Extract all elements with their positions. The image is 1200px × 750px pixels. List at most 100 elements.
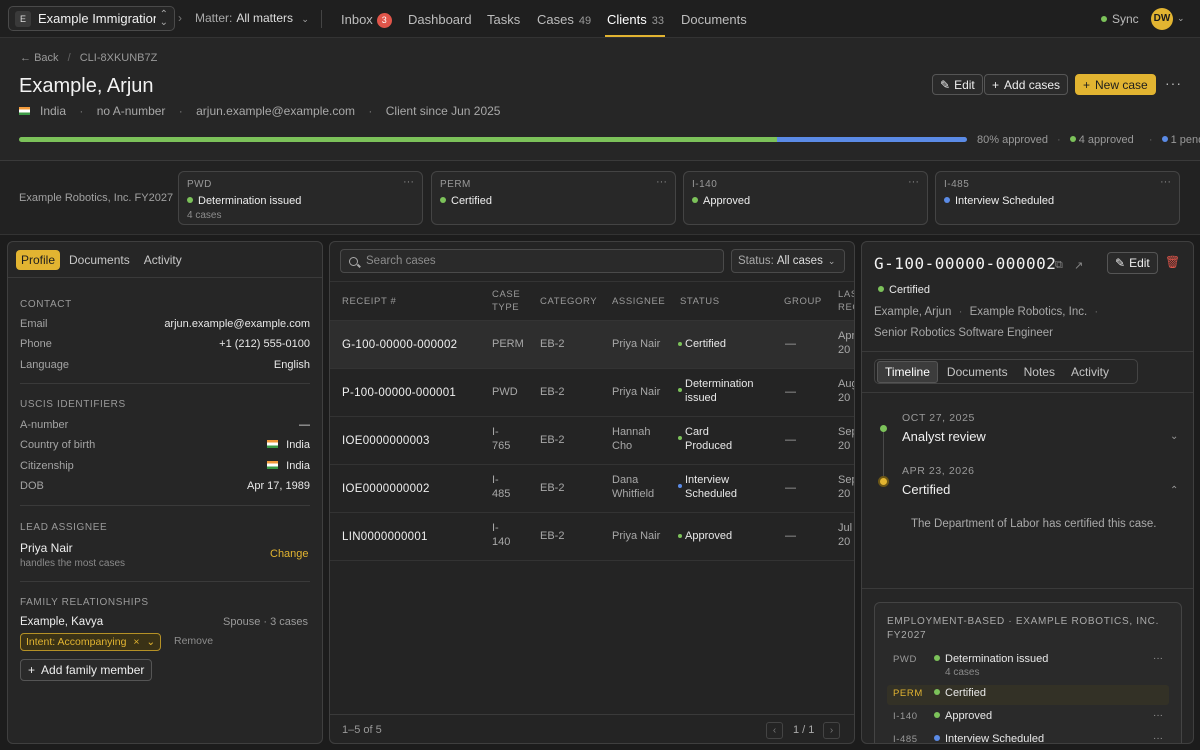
- stage-more-icon[interactable]: ···: [908, 176, 919, 188]
- divider: [20, 505, 310, 506]
- cell-receipt: IOE0000000003: [342, 435, 430, 447]
- tab-timeline[interactable]: Timeline: [877, 360, 938, 383]
- stage-more-icon[interactable]: ···: [1160, 176, 1171, 188]
- plus-icon: +: [992, 77, 1000, 92]
- nav-clients-count: 33: [651, 15, 664, 27]
- summary-row-i140[interactable]: I-140 Approved ···: [887, 708, 1169, 728]
- intent-chip[interactable]: Intent: Accompanying × ⌄: [20, 633, 162, 651]
- table-row[interactable]: LIN0000000001 I- 140 EB-2 Priya Nair Approved…: [330, 513, 854, 561]
- more-options-icon[interactable]: ···: [1165, 75, 1182, 91]
- stage-more-icon[interactable]: ···: [403, 176, 414, 188]
- stage-card-perm[interactable]: PERM Certified ···: [431, 171, 676, 225]
- summary-row-pwd[interactable]: PWD Determination issued 4 cases ···: [887, 651, 1169, 681]
- uscis-country-of-birth: Country of birth India: [20, 439, 310, 451]
- trash-icon[interactable]: 🗑: [1165, 255, 1180, 269]
- nav-tasks[interactable]: Tasks: [487, 12, 520, 27]
- approval-progress-bar: [19, 137, 967, 142]
- external-link-icon[interactable]: ↗: [1074, 259, 1083, 272]
- intent-value: Accompanying: [57, 636, 127, 648]
- row-more-icon[interactable]: ···: [1153, 653, 1163, 664]
- nav-inbox-label: Inbox: [341, 12, 373, 27]
- edit-client-button[interactable]: ✎ Edit: [932, 74, 983, 95]
- sync-status[interactable]: Sync: [1101, 12, 1139, 26]
- matter-value: All matters: [236, 11, 294, 25]
- summary-row-i485[interactable]: I-485 Interview Scheduled ···: [887, 731, 1169, 743]
- stage-card-i485[interactable]: I-485 Interview Scheduled ···: [935, 171, 1180, 225]
- status-dot: [678, 436, 682, 440]
- add-family-member-button[interactable]: + Add family member: [20, 659, 153, 681]
- divider: [20, 581, 310, 582]
- nav-clients[interactable]: Clients 33: [607, 12, 664, 27]
- stage-card-pwd[interactable]: PWD Determination issued 4 cases ···: [178, 171, 423, 225]
- nav-inbox[interactable]: Inbox 3: [341, 12, 392, 28]
- nav-documents[interactable]: Documents: [681, 12, 747, 27]
- matter-filter[interactable]: Matter: All matters ⌄: [195, 11, 309, 25]
- table-row[interactable]: IOE0000000003 I- 765 EB-2 Hannah Cho Card Produ…: [330, 417, 854, 465]
- col-last-1[interactable]: LAST: [838, 289, 854, 300]
- status-dot: [678, 484, 682, 488]
- nav-dashboard[interactable]: Dashboard: [408, 12, 472, 27]
- edit-case-button[interactable]: ✎ Edit: [1107, 252, 1158, 274]
- copy-icon[interactable]: ⧉: [1055, 259, 1063, 272]
- col-last-2[interactable]: REC: [838, 302, 854, 313]
- add-cases-button[interactable]: + Add cases: [984, 74, 1069, 95]
- tab-notes[interactable]: Notes: [1017, 362, 1062, 382]
- chevron-down-icon[interactable]: ⌄: [1170, 431, 1178, 442]
- contact-phone: Phone +1 (212) 555-0100: [20, 338, 310, 350]
- stage-type: PERM: [440, 179, 471, 190]
- cell-case-type: I- 140: [492, 522, 511, 548]
- close-icon[interactable]: ×: [133, 636, 139, 648]
- stage-status: Determination issued: [187, 195, 414, 207]
- col-receipt[interactable]: RECEIPT #: [342, 296, 396, 307]
- page-indicator: 1 / 1: [793, 724, 815, 736]
- case-employer: Example Robotics, Inc.: [969, 306, 1088, 318]
- row-more-icon[interactable]: ···: [1153, 733, 1163, 743]
- col-status[interactable]: STATUS: [680, 296, 720, 307]
- chevron-right-icon: ›: [178, 11, 182, 25]
- flag-india-icon: [267, 440, 279, 448]
- row-more-icon[interactable]: ···: [1153, 710, 1163, 721]
- col-case-type-2[interactable]: TYPE: [492, 302, 519, 313]
- stage-card-i140[interactable]: I-140 Approved ···: [683, 171, 928, 225]
- cell-last-received: Sep20: [838, 426, 854, 452]
- remove-family-link[interactable]: Remove: [174, 635, 213, 647]
- table-row[interactable]: IOE0000000002 I- 485 EB-2 Dana Whitfield Inter…: [330, 465, 854, 513]
- client-a-number: no A-number: [96, 104, 166, 118]
- tab-activity[interactable]: Activity: [1064, 362, 1116, 382]
- stage-status: Approved: [692, 195, 919, 207]
- stage-more-icon[interactable]: ···: [656, 176, 667, 188]
- client-since: Client since Jun 2025: [385, 104, 501, 118]
- pencil-icon: ✎: [940, 77, 951, 92]
- next-page-button[interactable]: ›: [823, 722, 840, 739]
- table-row[interactable]: P-100-00000-000001 PWD EB-2 Priya Nair Deter…: [330, 369, 854, 417]
- flag-india-icon: [267, 461, 279, 469]
- lead-assignee-note: handles the most cases: [20, 558, 126, 569]
- tab-profile[interactable]: Profile: [16, 250, 61, 270]
- org-switcher[interactable]: E Example Immigration Law ⌃⌄: [8, 6, 175, 31]
- nav-cases[interactable]: Cases 49: [537, 12, 591, 27]
- table-row[interactable]: G-100-00000-000002 PERM EB-2 Priya Nair Cert…: [330, 321, 854, 369]
- status-filter-select[interactable]: Status: All cases ⌄: [731, 249, 845, 273]
- tab-documents[interactable]: Documents: [940, 362, 1015, 382]
- col-group[interactable]: GROUP: [784, 296, 822, 307]
- user-avatar[interactable]: DW: [1151, 8, 1173, 30]
- summary-row-perm[interactable]: PERM Certified: [887, 685, 1169, 705]
- table-footer: 1–5 of 5 ‹ 1 / 1 ›: [330, 714, 854, 743]
- page-title: Example, Arjun: [19, 75, 154, 97]
- tab-activity[interactable]: Activity: [139, 250, 187, 270]
- change-assignee-link[interactable]: Change: [270, 548, 309, 560]
- prev-page-button[interactable]: ‹: [766, 722, 783, 739]
- col-assignee[interactable]: ASSIGNEE: [612, 296, 665, 307]
- search-cases-input[interactable]: Search cases: [340, 249, 724, 273]
- new-case-button[interactable]: + New case: [1075, 74, 1156, 95]
- search-icon: [349, 256, 358, 266]
- cell-category: EB-2: [540, 386, 565, 398]
- status-dot: [678, 534, 682, 538]
- breadcrumb-separator: /: [67, 52, 71, 64]
- stage-status: Certified: [440, 195, 667, 207]
- tab-documents[interactable]: Documents: [64, 250, 135, 270]
- back-link[interactable]: ← Back: [20, 52, 59, 64]
- col-category[interactable]: CATEGORY: [540, 296, 597, 307]
- col-case-type-1[interactable]: CASE: [492, 289, 520, 300]
- chevron-up-icon[interactable]: ⌃: [1170, 485, 1178, 496]
